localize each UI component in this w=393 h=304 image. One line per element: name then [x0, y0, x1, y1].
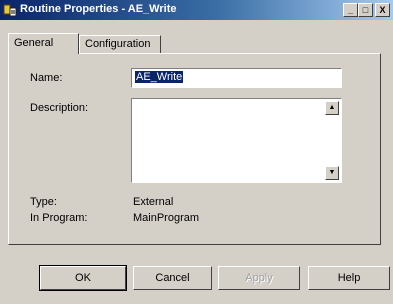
name-label: Name: — [30, 72, 63, 84]
apply-button[interactable]: Apply — [218, 266, 300, 290]
description-label: Description: — [30, 102, 89, 114]
maximize-button[interactable]: □ — [358, 3, 373, 17]
tab-configuration[interactable]: Configuration — [79, 35, 161, 53]
name-field[interactable]: AE_Write — [131, 68, 342, 88]
title-bar[interactable]: Routine Properties - AE_Write _ □ X — [0, 0, 393, 20]
description-field[interactable]: ▲ ▼ — [131, 98, 342, 183]
scroll-up-icon[interactable]: ▲ — [325, 101, 339, 115]
program-label: In Program: — [30, 212, 88, 224]
routine-icon — [3, 4, 17, 17]
minimize-button[interactable]: _ — [343, 3, 358, 17]
type-value: External — [133, 196, 174, 208]
help-button[interactable]: Help — [308, 266, 390, 290]
type-label: Type: — [30, 196, 57, 208]
tab-general[interactable]: General — [8, 33, 79, 54]
program-value: MainProgram — [133, 212, 200, 224]
name-value: AE_Write — [135, 71, 184, 83]
scroll-down-icon[interactable]: ▼ — [325, 166, 339, 180]
cancel-button[interactable]: Cancel — [133, 266, 212, 290]
ok-button[interactable]: OK — [39, 265, 127, 291]
window-title: Routine Properties - AE_Write — [20, 3, 177, 15]
close-button[interactable]: X — [375, 3, 390, 17]
